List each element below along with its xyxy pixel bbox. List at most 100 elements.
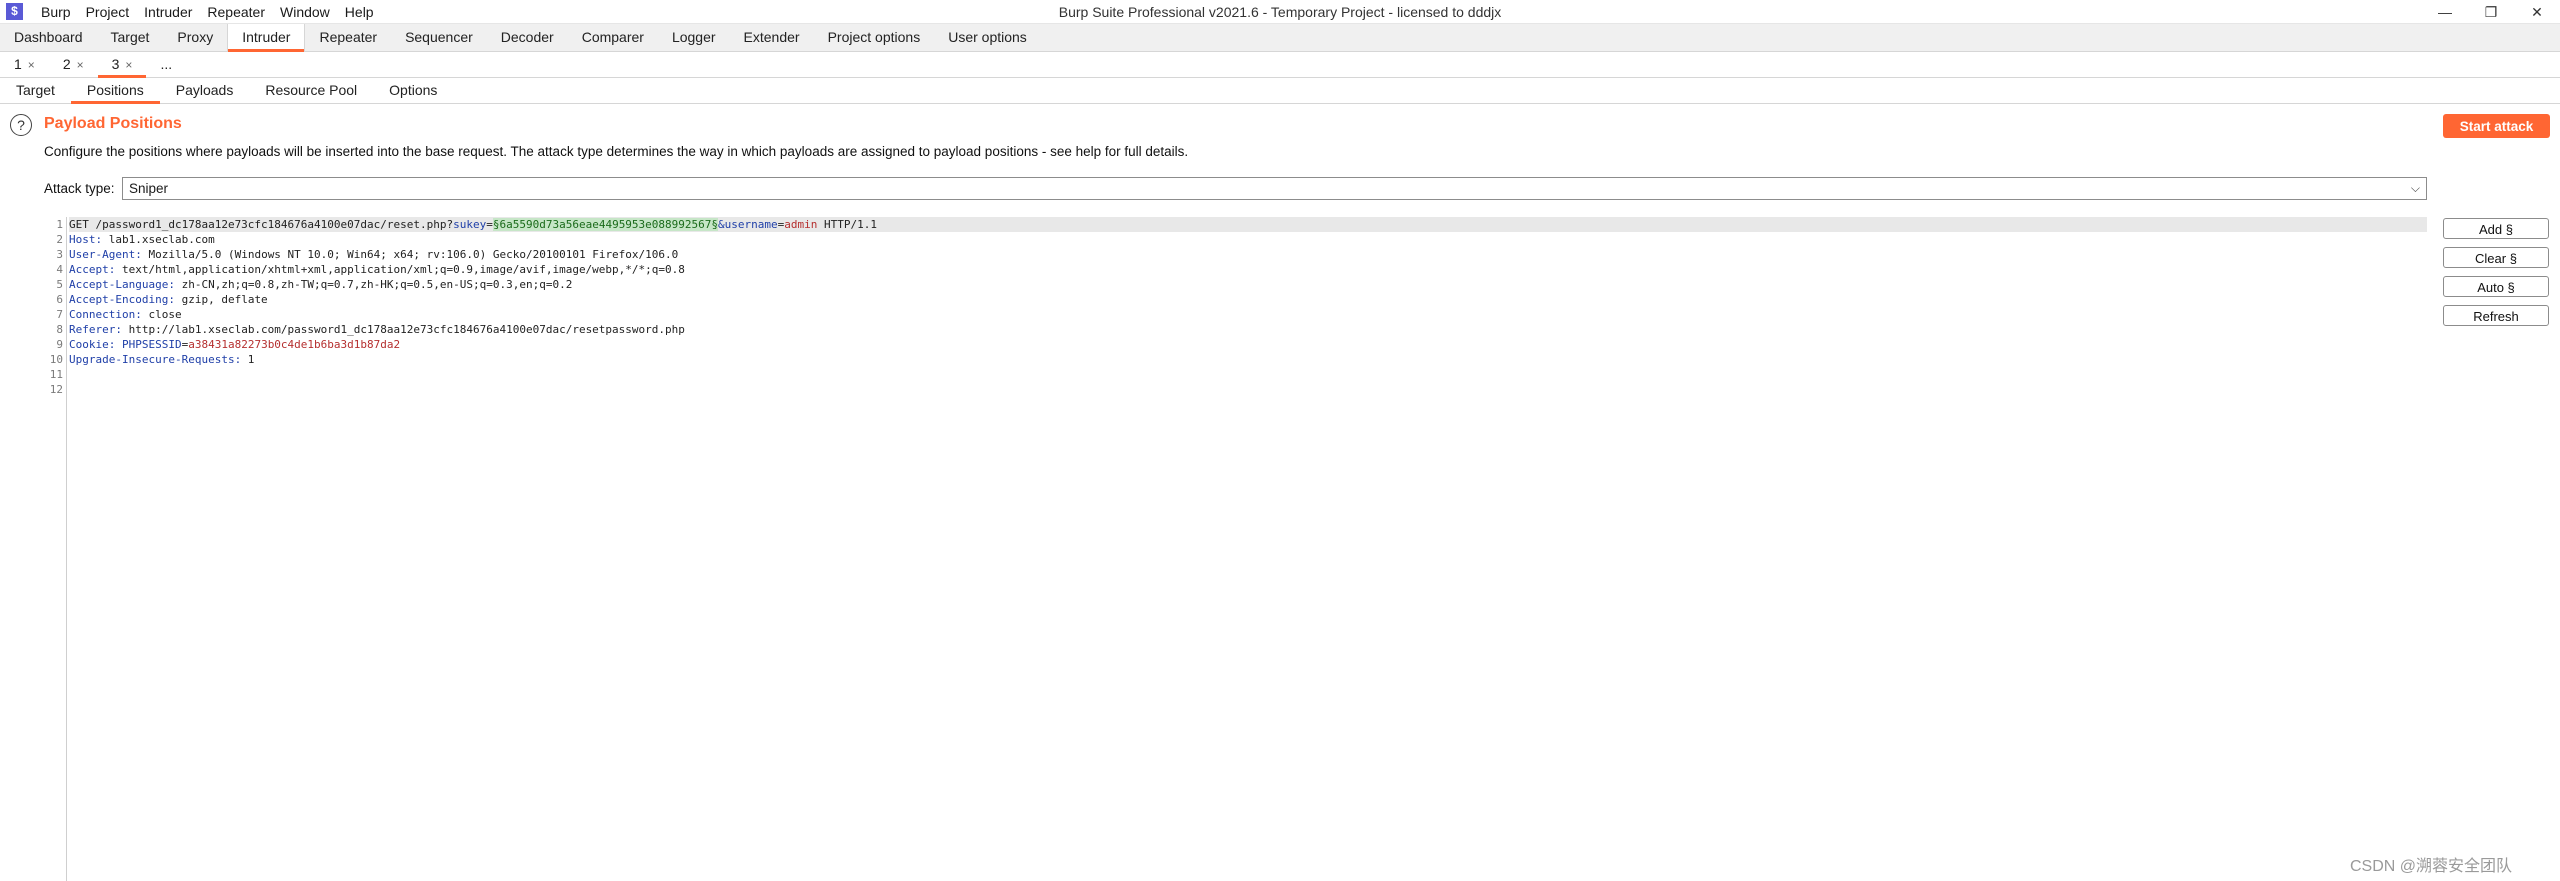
clear-payload-markers-button[interactable]: Clear § [2443, 247, 2549, 268]
instance-tab-label: 3 [111, 56, 120, 72]
refresh-button[interactable]: Refresh [2443, 305, 2549, 326]
panel-description: Configure the positions where payloads w… [44, 144, 1189, 159]
attack-type-select[interactable]: Sniper ⌵ [122, 177, 2427, 200]
add-payload-marker-button[interactable]: Add § [2443, 218, 2549, 239]
title-bar: $ Burp Project Intruder Repeater Window … [0, 0, 2560, 24]
help-icon[interactable]: ? [10, 114, 32, 136]
tab-logger[interactable]: Logger [658, 24, 730, 51]
instance-tab-label: 1 [14, 56, 22, 72]
instance-tab-2[interactable]: 2 × [49, 52, 98, 77]
restore-icon[interactable]: ❐ [2468, 0, 2514, 24]
header-key: Cookie: [69, 338, 116, 351]
cookie-line: Cookie: PHPSESSID=a38431a82273b0c4de1b6b… [69, 337, 2427, 352]
line-number: 11 [49, 368, 63, 381]
instance-tab-3[interactable]: 3 × [97, 52, 147, 78]
minimize-icon[interactable]: — [2422, 0, 2468, 24]
request-line: GET /password1_dc178aa12e73cfc184676a410… [69, 217, 2427, 232]
cookie-name: PHPSESSID [115, 338, 182, 351]
header-line: Host: lab1.xseclab.com [69, 232, 2427, 247]
param-equals: = [486, 218, 493, 231]
tab-extender[interactable]: Extender [730, 24, 814, 51]
window-controls: — ❐ ✕ [2422, 0, 2560, 24]
line-number: 5 [56, 278, 63, 291]
header-line: Accept-Language: zh-CN,zh;q=0.8,zh-TW;q=… [69, 277, 2427, 292]
line-number: 1 [56, 218, 63, 231]
header-key: Connection: [69, 308, 142, 321]
auto-payload-markers-button[interactable]: Auto § [2443, 276, 2549, 297]
param-key: sukey [453, 218, 487, 231]
payload-position-marker[interactable]: §6a5590d73a56eae4495953e088992567§ [492, 218, 719, 231]
panel-title: Payload Positions [44, 115, 182, 132]
attack-type-value: Sniper [129, 181, 169, 196]
attack-type-label: Attack type: [44, 181, 115, 196]
header-value: text/html,application/xhtml+xml,applicat… [115, 263, 685, 276]
cookie-value: a38431a82273b0c4de1b6ba3d1b87da2 [188, 338, 401, 351]
param-value: admin [784, 218, 818, 231]
subtab-options[interactable]: Options [373, 78, 453, 103]
header-value: zh-CN,zh;q=0.8,zh-TW;q=0.7,zh-HK;q=0.5,e… [174, 278, 573, 291]
subtab-positions[interactable]: Positions [70, 78, 160, 104]
header-key: Host: [69, 233, 103, 246]
tab-target[interactable]: Target [97, 24, 164, 51]
subtab-resource-pool[interactable]: Resource Pool [249, 78, 373, 103]
header-value: close [141, 308, 182, 321]
start-attack-button[interactable]: Start attack [2443, 114, 2550, 138]
line-number: 7 [56, 308, 63, 321]
request-editor[interactable]: 1 2 3 4 5 6 7 8 9 10 11 12 GET /password… [44, 217, 2427, 881]
close-icon[interactable]: ✕ [2514, 0, 2560, 24]
tab-comparer[interactable]: Comparer [568, 24, 658, 51]
header-key: Accept-Language: [69, 278, 175, 291]
header-line: User-Agent: Mozilla/5.0 (Windows NT 10.0… [69, 247, 2427, 262]
header-value: gzip, deflate [174, 293, 268, 306]
subtab-target[interactable]: Target [0, 78, 71, 103]
header-key: Referer: [69, 323, 122, 336]
line-number-gutter: 1 2 3 4 5 6 7 8 9 10 11 12 [44, 217, 67, 881]
tab-intruder[interactable]: Intruder [227, 24, 306, 52]
line-number: 6 [56, 293, 63, 306]
param-key: username [724, 218, 778, 231]
header-key: User-Agent: [69, 248, 142, 261]
header-key: Accept: [69, 263, 116, 276]
close-tab-icon[interactable]: × [125, 58, 132, 72]
tab-project-options[interactable]: Project options [814, 24, 935, 51]
header-key: Accept-Encoding: [69, 293, 175, 306]
chevron-down-icon: ⌵ [2410, 181, 2420, 195]
header-line: Accept-Encoding: gzip, deflate [69, 292, 2427, 307]
request-method-path: GET /password1_dc178aa12e73cfc184676a410… [69, 218, 454, 231]
header-line: Upgrade-Insecure-Requests: 1 [69, 352, 2427, 367]
main-tab-bar: Dashboard Target Proxy Intruder Repeater… [0, 24, 2560, 52]
intruder-sub-tabs: Target Positions Payloads Resource Pool … [0, 78, 2560, 104]
header-key: Upgrade-Insecure-Requests: [69, 353, 242, 366]
http-version: HTTP/1.1 [817, 218, 877, 231]
header-line: Connection: close [69, 307, 2427, 322]
intruder-instance-tabs: 1 × 2 × 3 × ... [0, 52, 2560, 78]
line-number: 12 [49, 383, 63, 396]
line-number: 8 [56, 323, 63, 336]
param-separator: & [718, 218, 725, 231]
close-tab-icon[interactable]: × [28, 58, 35, 72]
watermark: CSDN @溯蓉安全团队 [2350, 858, 2513, 875]
line-number: 9 [56, 338, 63, 351]
tab-user-options[interactable]: User options [934, 24, 1041, 51]
line-number: 3 [56, 248, 63, 261]
header-value: http://lab1.xseclab.com/password1_dc178a… [121, 323, 685, 336]
instance-tab-label: 2 [62, 56, 71, 72]
window-title: Burp Suite Professional v2021.6 - Tempor… [1058, 4, 1502, 20]
close-tab-icon[interactable]: × [77, 58, 84, 72]
header-line: Referer: http://lab1.xseclab.com/passwor… [69, 322, 2427, 337]
tab-dashboard[interactable]: Dashboard [0, 24, 97, 51]
header-value: lab1.xseclab.com [102, 233, 215, 246]
header-value: 1 [241, 353, 255, 366]
instance-tab-1[interactable]: 1 × [0, 52, 49, 77]
header-value: Mozilla/5.0 (Windows NT 10.0; Win64; x64… [141, 248, 679, 261]
tab-repeater[interactable]: Repeater [305, 24, 391, 51]
line-number: 4 [56, 263, 63, 276]
subtab-payloads[interactable]: Payloads [160, 78, 250, 103]
tab-sequencer[interactable]: Sequencer [391, 24, 487, 51]
line-number: 2 [56, 233, 63, 246]
new-instance-tab[interactable]: ... [146, 52, 186, 77]
header-line: Accept: text/html,application/xhtml+xml,… [69, 262, 2427, 277]
tab-decoder[interactable]: Decoder [487, 24, 568, 51]
tab-proxy[interactable]: Proxy [163, 24, 227, 51]
line-number: 10 [49, 353, 63, 366]
